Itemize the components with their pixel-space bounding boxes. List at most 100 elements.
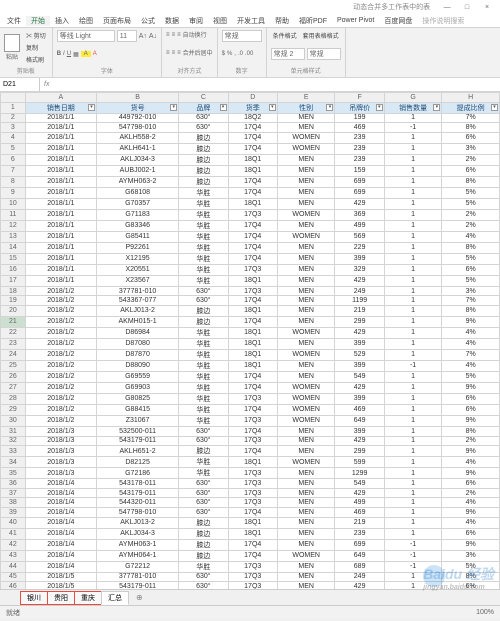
cell[interactable]: 2018/1/2 bbox=[25, 349, 96, 360]
cell[interactable]: 1 bbox=[384, 468, 442, 479]
menu-insert[interactable]: 插入 bbox=[50, 16, 74, 26]
row-header[interactable]: 20 bbox=[1, 305, 26, 316]
cell[interactable]: 532500-011 bbox=[96, 426, 178, 436]
cell[interactable]: AKLH641-1 bbox=[96, 143, 178, 154]
row-header[interactable]: 46 bbox=[1, 582, 26, 589]
cell[interactable]: AKLH558-2 bbox=[96, 132, 178, 143]
row-header[interactable]: 30 bbox=[1, 415, 26, 426]
menu-data[interactable]: 数据 bbox=[160, 16, 184, 26]
cell[interactable]: 2018/1/5 bbox=[25, 572, 96, 582]
cell[interactable]: 469 bbox=[335, 404, 384, 415]
font-color-button[interactable]: A bbox=[93, 51, 97, 57]
cell[interactable]: MEN bbox=[277, 242, 335, 253]
cell[interactable]: 249 bbox=[335, 286, 384, 296]
cell[interactable]: 18Q1 bbox=[228, 360, 277, 371]
cell[interactable]: MEN bbox=[277, 305, 335, 316]
paste-button[interactable]: 粘贴 bbox=[4, 34, 20, 61]
table-header[interactable]: 货号▾ bbox=[96, 102, 178, 113]
cell[interactable]: 17Q4 bbox=[228, 426, 277, 436]
cell[interactable]: 239 bbox=[335, 143, 384, 154]
decrease-font-icon[interactable]: A↓ bbox=[149, 33, 157, 40]
cell[interactable]: 2018/1/2 bbox=[25, 371, 96, 382]
cell[interactable]: 17Q3 bbox=[228, 436, 277, 446]
cell[interactable]: G72212 bbox=[96, 561, 178, 572]
cell[interactable]: -1 bbox=[384, 561, 442, 572]
cell[interactable]: MEN bbox=[277, 539, 335, 550]
filter-dropdown-icon[interactable]: ▾ bbox=[220, 104, 227, 111]
comma-icon[interactable]: , bbox=[234, 51, 236, 57]
cell[interactable]: 2018/1/2 bbox=[25, 316, 96, 327]
cell[interactable]: MEN bbox=[277, 446, 335, 457]
cell[interactable]: G70357 bbox=[96, 198, 178, 209]
cell[interactable]: 1 bbox=[384, 305, 442, 316]
cell[interactable]: X20551 bbox=[96, 264, 178, 275]
cell[interactable]: 华胜 bbox=[179, 382, 228, 393]
cell[interactable]: MEN bbox=[277, 371, 335, 382]
cell[interactable]: 17Q4 bbox=[228, 253, 277, 264]
minimize-button[interactable]: — bbox=[438, 4, 456, 11]
cell[interactable]: 1 bbox=[384, 286, 442, 296]
cell[interactable]: 17Q4 bbox=[228, 404, 277, 415]
cell[interactable]: D88090 bbox=[96, 360, 178, 371]
filter-dropdown-icon[interactable]: ▾ bbox=[170, 104, 177, 111]
cell[interactable]: 399 bbox=[335, 393, 384, 404]
cell[interactable]: MEN bbox=[277, 572, 335, 582]
cell[interactable]: WOMEN bbox=[277, 143, 335, 154]
cell[interactable]: 2018/1/3 bbox=[25, 426, 96, 436]
cell[interactable]: 299 bbox=[335, 316, 384, 327]
menu-home[interactable]: 开始 bbox=[26, 16, 50, 26]
cell[interactable]: 18Q2 bbox=[228, 113, 277, 123]
row-header[interactable]: 27 bbox=[1, 382, 26, 393]
cell[interactable]: 1 bbox=[384, 457, 442, 468]
close-button[interactable]: × bbox=[478, 4, 496, 11]
add-sheet-button[interactable]: ⊕ bbox=[132, 593, 147, 602]
cell[interactable]: 8% bbox=[442, 123, 500, 133]
cell[interactable]: 2% bbox=[442, 488, 500, 498]
row-header[interactable]: 37 bbox=[1, 488, 26, 498]
cell[interactable]: 膝边 bbox=[179, 517, 228, 528]
cell[interactable]: 2% bbox=[442, 209, 500, 220]
cell[interactable]: 1 bbox=[384, 327, 442, 338]
row-header[interactable]: 40 bbox=[1, 517, 26, 528]
cell[interactable]: 17Q4 bbox=[228, 132, 277, 143]
cell[interactable]: 4% bbox=[442, 327, 500, 338]
row-header[interactable]: 3 bbox=[1, 123, 26, 133]
row-header[interactable]: 31 bbox=[1, 426, 26, 436]
cell[interactable]: 2018/1/1 bbox=[25, 264, 96, 275]
table-header[interactable]: 品牌▾ bbox=[179, 102, 228, 113]
col-header-D[interactable]: D bbox=[228, 93, 277, 103]
row-header[interactable]: 38 bbox=[1, 498, 26, 508]
cell[interactable]: MEN bbox=[277, 154, 335, 165]
row-header[interactable]: 25 bbox=[1, 360, 26, 371]
cell[interactable]: 1 bbox=[384, 415, 442, 426]
cell[interactable]: MEN bbox=[277, 316, 335, 327]
cell[interactable]: MEN bbox=[277, 498, 335, 508]
row-header[interactable]: 9 bbox=[1, 187, 26, 198]
format-painter-button[interactable]: 格式刷 bbox=[24, 54, 48, 65]
row-header[interactable]: 22 bbox=[1, 327, 26, 338]
cell[interactable]: MEN bbox=[277, 517, 335, 528]
cell[interactable]: G88415 bbox=[96, 404, 178, 415]
cell[interactable]: 630° bbox=[179, 498, 228, 508]
cell[interactable]: 499 bbox=[335, 498, 384, 508]
cell[interactable]: 17Q4 bbox=[228, 220, 277, 231]
row-header[interactable]: 1 bbox=[1, 102, 26, 113]
style-normal[interactable]: 常规 bbox=[307, 48, 341, 60]
dec-decimal-icon[interactable]: .00 bbox=[245, 51, 253, 57]
cell[interactable]: 17Q3 bbox=[228, 415, 277, 426]
cell[interactable]: 2018/1/3 bbox=[25, 468, 96, 479]
cell[interactable]: 544320-011 bbox=[96, 498, 178, 508]
cell[interactable]: 2% bbox=[442, 436, 500, 446]
cell[interactable]: 1 bbox=[384, 275, 442, 286]
cell[interactable]: 547798-010 bbox=[96, 507, 178, 517]
cell[interactable]: 9% bbox=[442, 507, 500, 517]
cell[interactable]: 1 bbox=[384, 316, 442, 327]
cell[interactable]: 399 bbox=[335, 338, 384, 349]
cell[interactable]: 2018/1/1 bbox=[25, 220, 96, 231]
cell[interactable]: WOMEN bbox=[277, 209, 335, 220]
cell[interactable]: 299 bbox=[335, 446, 384, 457]
table-header[interactable]: 货季▾ bbox=[228, 102, 277, 113]
cell[interactable]: 华胜 bbox=[179, 242, 228, 253]
cell[interactable]: 17Q3 bbox=[228, 488, 277, 498]
cell[interactable]: MEN bbox=[277, 338, 335, 349]
